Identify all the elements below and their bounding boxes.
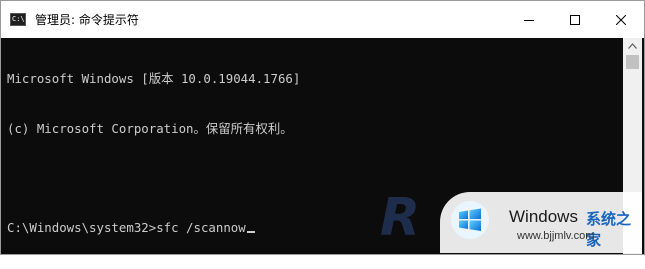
window-controls [506,1,644,38]
maximize-button[interactable] [552,1,598,38]
chevron-up-icon [628,43,637,49]
minimize-icon [524,19,534,21]
command-text: C:\Windows\system32>sfc /scannow [7,219,246,235]
window-title: 管理员: 命令提示符 [35,13,139,27]
command-prompt-window: C:\ 管理员: 命令提示符 Microsoft Windows [版本 10.… [0,0,645,255]
console-line: Microsoft Windows [版本 10.0.19044.1766] [7,71,301,86]
command-line[interactable]: C:\Windows\system32>sfc /scannow [7,220,625,237]
scroll-thumb[interactable] [626,55,639,69]
close-icon [616,14,626,25]
console-line: (c) Microsoft Corporation。保留所有权利。 [7,120,293,136]
maximize-icon [570,14,580,25]
title-bar[interactable]: C:\ 管理员: 命令提示符 [1,1,644,38]
scroll-up-button[interactable] [623,38,642,54]
cmd-app-icon[interactable]: C:\ [10,13,26,26]
console-output[interactable]: Microsoft Windows [版本 10.0.19044.1766] (… [1,38,625,254]
close-button[interactable] [598,1,644,38]
minimize-button[interactable] [506,1,552,38]
text-cursor [246,230,255,233]
vertical-scrollbar[interactable] [623,38,642,254]
